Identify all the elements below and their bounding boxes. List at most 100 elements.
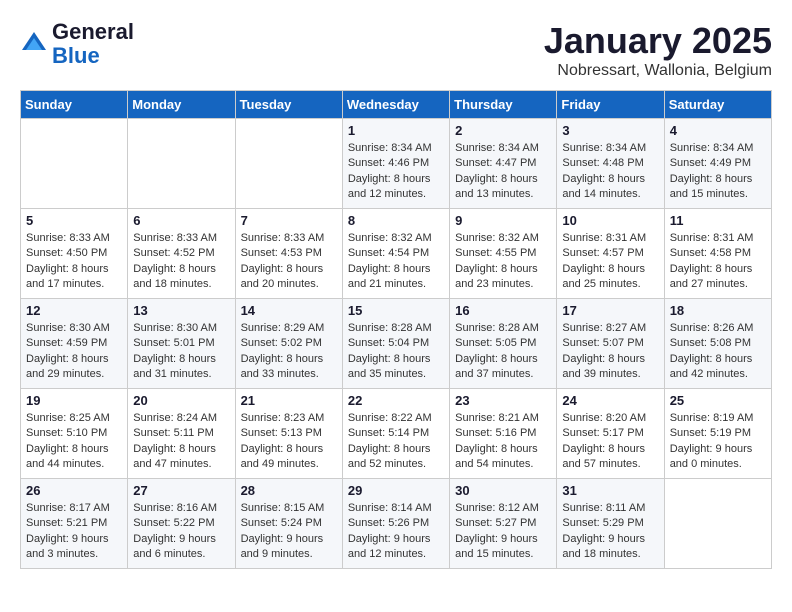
day-number: 8 xyxy=(348,213,444,228)
day-number: 26 xyxy=(26,483,122,498)
day-cell: 22 Sunrise: 8:22 AMSunset: 5:14 PMDayligh… xyxy=(342,389,449,479)
day-cell xyxy=(664,479,771,569)
day-info: Sunrise: 8:12 AMSunset: 5:27 PMDaylight:… xyxy=(455,501,551,563)
calendar-header: SundayMondayTuesdayWednesdayThursdayFrid… xyxy=(21,91,772,119)
day-cell: 15 Sunrise: 8:28 AMSunset: 5:04 PMDayligh… xyxy=(342,299,449,389)
day-info: Sunrise: 8:34 AMSunset: 4:48 PMDaylight:… xyxy=(562,141,658,203)
day-number: 14 xyxy=(241,303,337,318)
day-number: 11 xyxy=(670,213,766,228)
day-number: 19 xyxy=(26,393,122,408)
weekday-header-wednesday: Wednesday xyxy=(342,91,449,119)
weekday-row: SundayMondayTuesdayWednesdayThursdayFrid… xyxy=(21,91,772,119)
day-cell: 26 Sunrise: 8:17 AMSunset: 5:21 PMDayligh… xyxy=(21,479,128,569)
day-cell: 3Sunrise: 8:34 AMSunset: 4:48 PMDaylight… xyxy=(557,119,664,209)
day-number: 10 xyxy=(562,213,658,228)
day-cell: 6 Sunrise: 8:33 AMSunset: 4:52 PMDaylight… xyxy=(128,209,235,299)
day-cell: 18Sunrise: 8:26 AMSunset: 5:08 PMDayligh… xyxy=(664,299,771,389)
day-cell xyxy=(21,119,128,209)
week-row-2: 5 Sunrise: 8:33 AMSunset: 4:50 PMDaylight… xyxy=(21,209,772,299)
day-info: Sunrise: 8:34 AMSunset: 4:49 PMDaylight:… xyxy=(670,141,766,203)
day-cell: 21 Sunrise: 8:23 AMSunset: 5:13 PMDayligh… xyxy=(235,389,342,479)
day-cell: 25 Sunrise: 8:19 AMSunset: 5:19 PMDayligh… xyxy=(664,389,771,479)
day-number: 13 xyxy=(133,303,229,318)
day-info: Sunrise: 8:28 AMSunset: 5:04 PMDaylight:… xyxy=(348,321,444,383)
day-number: 31 xyxy=(562,483,658,498)
week-row-3: 12Sunrise: 8:30 AMSunset: 4:59 PMDayligh… xyxy=(21,299,772,389)
day-number: 21 xyxy=(241,393,337,408)
day-number: 2 xyxy=(455,123,551,138)
day-info: Sunrise: 8:11 AMSunset: 5:29 PMDaylight:… xyxy=(562,501,658,563)
day-info: Sunrise: 8:14 AMSunset: 5:26 PMDaylight:… xyxy=(348,501,444,563)
day-number: 24 xyxy=(562,393,658,408)
weekday-header-monday: Monday xyxy=(128,91,235,119)
weekday-header-tuesday: Tuesday xyxy=(235,91,342,119)
day-cell: 29 Sunrise: 8:14 AMSunset: 5:26 PMDayligh… xyxy=(342,479,449,569)
day-cell: 2 Sunrise: 8:34 AMSunset: 4:47 PMDaylight… xyxy=(450,119,557,209)
day-info: Sunrise: 8:28 AMSunset: 5:05 PMDaylight:… xyxy=(455,321,551,383)
day-info: Sunrise: 8:32 AMSunset: 4:55 PMDaylight:… xyxy=(455,231,551,293)
day-cell: 16 Sunrise: 8:28 AMSunset: 5:05 PMDayligh… xyxy=(450,299,557,389)
day-info: Sunrise: 8:15 AMSunset: 5:24 PMDaylight:… xyxy=(241,501,337,563)
day-number: 28 xyxy=(241,483,337,498)
day-cell: 4 Sunrise: 8:34 AMSunset: 4:49 PMDaylight… xyxy=(664,119,771,209)
day-number: 20 xyxy=(133,393,229,408)
day-info: Sunrise: 8:31 AMSunset: 4:58 PMDaylight:… xyxy=(670,231,766,293)
day-cell: 8 Sunrise: 8:32 AMSunset: 4:54 PMDaylight… xyxy=(342,209,449,299)
day-info: Sunrise: 8:26 AMSunset: 5:08 PMDaylight:… xyxy=(670,321,766,383)
day-info: Sunrise: 8:34 AMSunset: 4:47 PMDaylight:… xyxy=(455,141,551,203)
day-info: Sunrise: 8:22 AMSunset: 5:14 PMDaylight:… xyxy=(348,411,444,473)
day-info: Sunrise: 8:31 AMSunset: 4:57 PMDaylight:… xyxy=(562,231,658,293)
day-info: Sunrise: 8:27 AMSunset: 5:07 PMDaylight:… xyxy=(562,321,658,383)
day-number: 7 xyxy=(241,213,337,228)
day-info: Sunrise: 8:33 AMSunset: 4:50 PMDaylight:… xyxy=(26,231,122,293)
day-cell: 28 Sunrise: 8:15 AMSunset: 5:24 PMDayligh… xyxy=(235,479,342,569)
day-number: 4 xyxy=(670,123,766,138)
day-info: Sunrise: 8:34 AMSunset: 4:46 PMDaylight:… xyxy=(348,141,444,203)
day-number: 22 xyxy=(348,393,444,408)
weekday-header-thursday: Thursday xyxy=(450,91,557,119)
day-info: Sunrise: 8:25 AMSunset: 5:10 PMDaylight:… xyxy=(26,411,122,473)
day-cell: 12Sunrise: 8:30 AMSunset: 4:59 PMDayligh… xyxy=(21,299,128,389)
day-info: Sunrise: 8:16 AMSunset: 5:22 PMDaylight:… xyxy=(133,501,229,563)
calendar-body: 1 Sunrise: 8:34 AMSunset: 4:46 PMDaylight… xyxy=(21,119,772,569)
day-number: 30 xyxy=(455,483,551,498)
day-number: 16 xyxy=(455,303,551,318)
day-cell: 11 Sunrise: 8:31 AMSunset: 4:58 PMDayligh… xyxy=(664,209,771,299)
day-number: 29 xyxy=(348,483,444,498)
day-info: Sunrise: 8:29 AMSunset: 5:02 PMDaylight:… xyxy=(241,321,337,383)
week-row-5: 26 Sunrise: 8:17 AMSunset: 5:21 PMDayligh… xyxy=(21,479,772,569)
day-number: 9 xyxy=(455,213,551,228)
week-row-4: 19 Sunrise: 8:25 AMSunset: 5:10 PMDayligh… xyxy=(21,389,772,479)
weekday-header-saturday: Saturday xyxy=(664,91,771,119)
logo-general-text: General xyxy=(52,19,134,44)
day-number: 23 xyxy=(455,393,551,408)
day-number: 17 xyxy=(562,303,658,318)
calendar-table: SundayMondayTuesdayWednesdayThursdayFrid… xyxy=(20,90,772,569)
day-info: Sunrise: 8:23 AMSunset: 5:13 PMDaylight:… xyxy=(241,411,337,473)
day-number: 6 xyxy=(133,213,229,228)
day-cell: 7Sunrise: 8:33 AMSunset: 4:53 PMDaylight… xyxy=(235,209,342,299)
day-cell: 27Sunrise: 8:16 AMSunset: 5:22 PMDayligh… xyxy=(128,479,235,569)
week-row-1: 1 Sunrise: 8:34 AMSunset: 4:46 PMDaylight… xyxy=(21,119,772,209)
day-cell xyxy=(235,119,342,209)
day-info: Sunrise: 8:32 AMSunset: 4:54 PMDaylight:… xyxy=(348,231,444,293)
day-number: 25 xyxy=(670,393,766,408)
day-info: Sunrise: 8:33 AMSunset: 4:52 PMDaylight:… xyxy=(133,231,229,293)
day-number: 5 xyxy=(26,213,122,228)
day-cell: 1 Sunrise: 8:34 AMSunset: 4:46 PMDaylight… xyxy=(342,119,449,209)
day-info: Sunrise: 8:24 AMSunset: 5:11 PMDaylight:… xyxy=(133,411,229,473)
day-number: 1 xyxy=(348,123,444,138)
page-header: General Blue January 2025 Nobressart, Wa… xyxy=(20,20,772,80)
day-cell: 24Sunrise: 8:20 AMSunset: 5:17 PMDayligh… xyxy=(557,389,664,479)
day-info: Sunrise: 8:21 AMSunset: 5:16 PMDaylight:… xyxy=(455,411,551,473)
day-number: 12 xyxy=(26,303,122,318)
location-text: Nobressart, Wallonia, Belgium xyxy=(544,62,772,80)
logo: General Blue xyxy=(20,20,134,68)
day-number: 15 xyxy=(348,303,444,318)
day-cell: 23 Sunrise: 8:21 AMSunset: 5:16 PMDayligh… xyxy=(450,389,557,479)
day-cell: 17 Sunrise: 8:27 AMSunset: 5:07 PMDayligh… xyxy=(557,299,664,389)
day-cell: 13Sunrise: 8:30 AMSunset: 5:01 PMDayligh… xyxy=(128,299,235,389)
weekday-header-friday: Friday xyxy=(557,91,664,119)
day-info: Sunrise: 8:19 AMSunset: 5:19 PMDaylight:… xyxy=(670,411,766,473)
day-info: Sunrise: 8:17 AMSunset: 5:21 PMDaylight:… xyxy=(26,501,122,563)
